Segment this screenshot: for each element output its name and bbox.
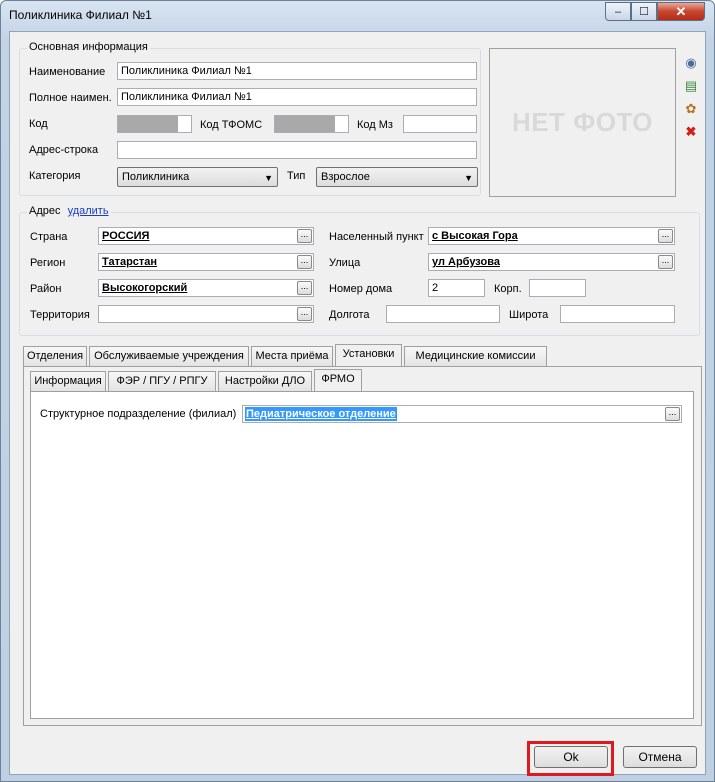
type-label: Тип [287,170,306,182]
fullname-label: Полное наимен. [29,92,112,104]
subtab-information[interactable]: Информация [30,371,106,391]
dialog-window: Поликлиника Филиал №1 – ☐ ✕ Основная инф… [0,0,715,782]
district-input[interactable]: Высокогорский ... [98,279,314,297]
subdivision-lookup-button[interactable]: ... [665,407,680,421]
region-label: Регион [30,257,66,269]
country-input[interactable]: РОССИЯ ... [98,227,314,245]
address-line-label: Адрес-строка [29,144,99,156]
region-lookup-button[interactable]: ... [297,255,312,269]
territory-lookup-button[interactable]: ... [297,307,312,321]
tab-medical-commissions[interactable]: Медицинские комиссии [404,346,547,366]
district-label: Район [30,283,62,295]
tab-settings[interactable]: Установки [335,344,402,366]
minimize-button[interactable]: – [605,2,631,21]
street-value: ул Арбузова [432,256,500,268]
ok-button[interactable]: Ok [534,746,608,768]
locality-value: с Высокая Гора [432,230,518,242]
delete-address-link[interactable]: удалить [68,205,109,217]
settings-tab-panel: Информация ФЭР / ПГУ / РПГУ Настройки ДЛ… [23,366,702,726]
window-title: Поликлиника Филиал №1 [9,8,152,22]
tfoms-code-input[interactable] [274,115,349,133]
fullname-input[interactable]: Поликлиника Филиал №1 [117,88,477,106]
maximize-button[interactable]: ☐ [631,2,657,21]
image-file-icon[interactable]: ▤ [683,78,699,94]
title-bar[interactable]: Поликлиника Филиал №1 – ☐ ✕ [1,1,714,29]
region-value: Татарстан [102,256,158,268]
camera-icon[interactable]: ◉ [683,55,699,71]
cancel-button[interactable]: Отмена [623,746,697,768]
frmo-panel: Структурное подразделение (филиал) Педиа… [30,391,694,719]
palette-icon[interactable]: ✿ [683,101,699,117]
locality-lookup-button[interactable]: ... [658,229,673,243]
longitude-label: Долгота [329,309,370,321]
locality-label: Населенный пункт [329,231,424,243]
code-label: Код [29,118,48,130]
country-value: РОССИЯ [102,230,150,242]
address-legend: Адрес [29,205,61,217]
name-input[interactable]: Поликлиника Филиал №1 [117,62,477,80]
subtab-frmo[interactable]: ФРМО [314,369,362,391]
photo-box: НЕТ ФОТО [489,48,676,197]
category-value: Поликлиника [122,171,190,183]
subtab-dlo-settings[interactable]: Настройки ДЛО [218,371,312,391]
dialog-client-area: Основная информация Наименование Поликли… [9,31,706,776]
mz-code-label: Код Мз [357,119,393,131]
delete-photo-icon[interactable]: ✖ [683,124,699,140]
longitude-input[interactable] [386,305,500,323]
type-select[interactable]: Взрослое ▼ [316,167,478,187]
sub-tabstrip: Информация ФЭР / ПГУ / РПГУ Настройки ДЛ… [30,369,690,391]
latitude-label: Широта [509,309,549,321]
building-label: Корп. [494,283,522,295]
region-input[interactable]: Татарстан ... [98,253,314,271]
street-label: Улица [329,257,361,269]
type-value: Взрослое [321,171,370,183]
tfoms-code-label: Код ТФОМС [200,119,263,131]
chevron-down-icon: ▼ [264,173,273,183]
house-number-label: Номер дома [329,283,393,295]
tab-reception-places[interactable]: Места приёма [251,346,333,366]
country-lookup-button[interactable]: ... [297,229,312,243]
latitude-input[interactable] [560,305,675,323]
no-photo-placeholder: НЕТ ФОТО [511,107,654,137]
name-label: Наименование [29,66,106,78]
mz-code-input[interactable] [403,115,477,133]
category-select[interactable]: Поликлиника ▼ [117,167,278,187]
locality-input[interactable]: с Высокая Гора ... [428,227,675,245]
tab-departments[interactable]: Отделения [23,346,87,366]
territory-input[interactable]: ... [98,305,314,323]
subdivision-value: Педиатрическое отделение [245,407,397,421]
subtab-fer-pgu-rpgu[interactable]: ФЭР / ПГУ / РПГУ [108,371,216,391]
tab-served-institutions[interactable]: Обслуживаемые учреждения [89,346,249,366]
building-input[interactable] [529,279,586,297]
address-line-input[interactable] [117,141,477,159]
country-label: Страна [30,231,68,243]
territory-label: Территория [30,309,90,321]
code-input[interactable] [117,115,192,133]
street-input[interactable]: ул Арбузова ... [428,253,675,271]
category-label: Категория [29,170,81,182]
subdivision-input[interactable]: Педиатрическое отделение ... [242,405,682,423]
subdivision-label: Структурное подразделение (филиал) [40,408,237,420]
house-number-input[interactable]: 2 [428,279,485,297]
main-info-legend: Основная информация [27,41,150,53]
district-value: Высокогорский [102,282,188,294]
main-tabstrip: Отделения Обслуживаемые учреждения Места… [23,344,703,366]
district-lookup-button[interactable]: ... [297,281,312,295]
street-lookup-button[interactable]: ... [658,255,673,269]
chevron-down-icon: ▼ [464,173,473,183]
close-button[interactable]: ✕ [657,2,705,21]
